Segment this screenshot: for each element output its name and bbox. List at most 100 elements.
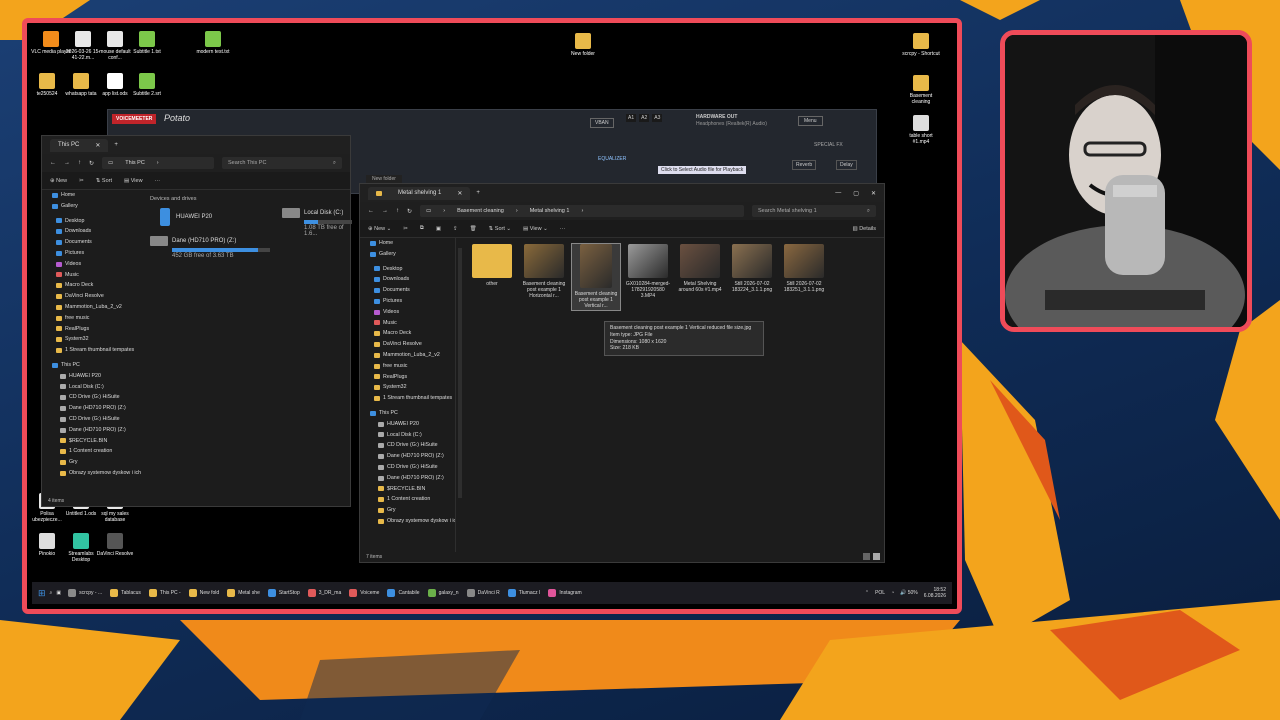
nav-item[interactable]: CD Drive (G:) HiSuite [360,462,455,473]
breadcrumb-item[interactable]: Metal shelving 1 [530,208,570,214]
nav-item[interactable]: Pictures [42,248,142,259]
nav-scrollbar[interactable] [458,248,462,498]
close-icon[interactable]: ✕ [457,190,462,197]
nav-item[interactable]: Mammotion_Luba_2_v2 [360,350,455,361]
a3-button[interactable]: A3 [652,114,663,122]
back-icon[interactable]: ← [50,160,56,166]
paste-icon[interactable]: ▣ [436,226,441,232]
nav-item[interactable]: Desktop [360,264,455,275]
nav-item[interactable]: Home [360,238,455,249]
nav-item[interactable]: RealPlugs [360,372,455,383]
sort-button[interactable]: ⇅ Sort [96,178,112,184]
nav-item[interactable]: System32 [42,334,142,345]
nav-item[interactable]: CD Drive (G:) HiSuite [42,392,142,403]
tiles-view-icon[interactable] [873,553,880,560]
nav-item[interactable]: RealPlugs [42,324,142,335]
view-button[interactable]: ▤ View [124,178,143,184]
back-icon[interactable]: ← [368,208,374,214]
nav-item[interactable]: HUAWEI P20 [360,419,455,430]
desktop-icon-folder[interactable]: scrcpy - Shortcut [901,33,941,57]
explorer-window-this-pc[interactable]: This PC ✕ + ← → ↑ ↻ ▭ This PC › Search This… [41,135,352,507]
file-item[interactable]: GX010284-merged-178291920580 3.MP4 [624,244,672,300]
a2-button[interactable]: A2 [639,114,650,122]
nav-item[interactable]: 1 Stream thumbnail tempates [42,345,142,356]
nav-item[interactable]: Gallery [360,249,455,260]
nav-item[interactable]: 1 Stream thumbnail tempates [360,393,455,404]
desktop-icon-app[interactable]: DaVinci Resolve [95,533,135,557]
refresh-icon[interactable]: ↻ [407,208,412,215]
start-icon[interactable]: ⊞ [38,588,46,599]
search-input[interactable]: Search This PC ⌕ [222,157,342,169]
nav-item[interactable]: $RECYCLE.BIN [360,484,455,495]
nav-item[interactable]: Pictures [360,296,455,307]
nav-item[interactable]: Dane (HD710 PRO) (Z:) [360,451,455,462]
nav-item[interactable]: Music [42,270,142,281]
details-button[interactable]: ▥ Details [852,226,876,232]
tab-metal-shelving[interactable]: Metal shelving 1 ✕ [368,186,471,200]
cut-icon[interactable]: ✂ [79,178,84,184]
tray-chevron-icon[interactable]: ⌃ [865,590,869,596]
nav-item[interactable]: Downloads [360,274,455,285]
up-icon[interactable]: ↑ [78,160,81,166]
taskbar-app[interactable]: New fold [186,585,222,601]
nav-item[interactable]: CD Drive (G:) HiSuite [42,414,142,425]
nav-item[interactable]: This PC [42,360,142,371]
nav-item[interactable]: free music [360,361,455,372]
nav-item[interactable]: Gallery [42,201,142,212]
search-input[interactable]: Search Metal shelving 1 ⌕ [752,205,876,217]
clock[interactable]: 18:52 6.08.2026 [924,587,946,599]
nav-item[interactable]: Gry [360,505,455,516]
nav-item[interactable]: Macro Deck [360,328,455,339]
taskbar-app[interactable]: This PC - [146,585,184,601]
breadcrumb[interactable]: ▭ › Basement cleaning › Metal shelving 1 › [420,205,744,217]
copy-icon[interactable]: ⧉ [420,225,424,232]
add-tab-icon[interactable]: + [476,190,480,196]
drive-item[interactable]: HUAWEI P20 [160,208,212,226]
select-file-button[interactable]: Click to Select Audio file for Playback [658,166,747,174]
nav-item[interactable]: Desktop [42,216,142,227]
file-item[interactable]: Still 2026-07-02 183224_3.1.1.png [728,244,776,293]
up-icon[interactable]: ↑ [396,208,399,214]
nav-item[interactable]: Dane (HD710 PRO) (Z:) [42,403,142,414]
search-icon[interactable]: ⌕ [50,590,53,596]
taskbar-app[interactable]: DaVinci R [464,585,503,601]
desktop-icon-video[interactable]: table short #1.mp4 [901,115,941,145]
taskbar-app[interactable]: StartStop [265,585,303,601]
desktop-icon-file[interactable]: Subtitle 2.srt [127,73,167,97]
nav-item[interactable]: CD Drive (G:) HiSuite [360,440,455,451]
nav-item[interactable]: Local Disk (C:) [42,382,142,393]
desktop-icon-file[interactable]: modern test.txt [193,31,233,55]
more-icon[interactable]: ··· [155,178,161,184]
a1-button[interactable]: A1 [626,114,637,122]
nav-item[interactable]: Videos [42,259,142,270]
close-icon[interactable]: ✕ [95,142,100,149]
delete-icon[interactable]: 🗑 [470,226,477,232]
share-icon[interactable]: ⇪ [453,226,458,232]
nav-item[interactable]: $RECYCLE.BIN [42,436,142,447]
desktop-icon-folder[interactable]: Basement cleaning [901,75,941,105]
task-view-icon[interactable]: ▣ [56,590,61,596]
nav-item[interactable]: Videos [360,307,455,318]
taskbar-app[interactable]: Cantabile [384,585,422,601]
more-icon[interactable]: ··· [560,226,566,232]
taskbar-app[interactable]: galaxy_n [425,585,462,601]
taskbar-app[interactable]: Tłumacz I [505,585,544,601]
nav-item[interactable]: Documents [42,237,142,248]
desktop-icon-folder[interactable]: New folder [563,33,603,57]
view-button[interactable]: ▤ View ⌄ [523,226,548,232]
nav-item[interactable]: Home [42,190,142,201]
sort-button[interactable]: ⇅ Sort ⌄ [489,226,511,232]
taskbar-app[interactable]: Instagram [545,585,584,601]
nav-item[interactable]: Music [360,318,455,329]
taskbar-app[interactable]: Metal she [224,585,263,601]
refresh-icon[interactable]: ↻ [89,160,94,167]
nav-item[interactable]: Dane (HD710 PRO) (Z:) [42,425,142,436]
menu-button[interactable]: Menu [798,116,823,126]
close-window-icon[interactable]: ✕ [871,190,876,197]
nav-item[interactable]: HUAWEI P20 [42,371,142,382]
nav-item[interactable]: Obrazy systemow dyskow i ich [42,468,142,479]
nav-item[interactable]: Dane (HD710 PRO) (Z:) [360,473,455,484]
reverb-button[interactable]: Reverb [792,160,817,170]
nav-item[interactable]: Downloads [42,226,142,237]
nav-item[interactable]: DaVinci Resolve [360,339,455,350]
